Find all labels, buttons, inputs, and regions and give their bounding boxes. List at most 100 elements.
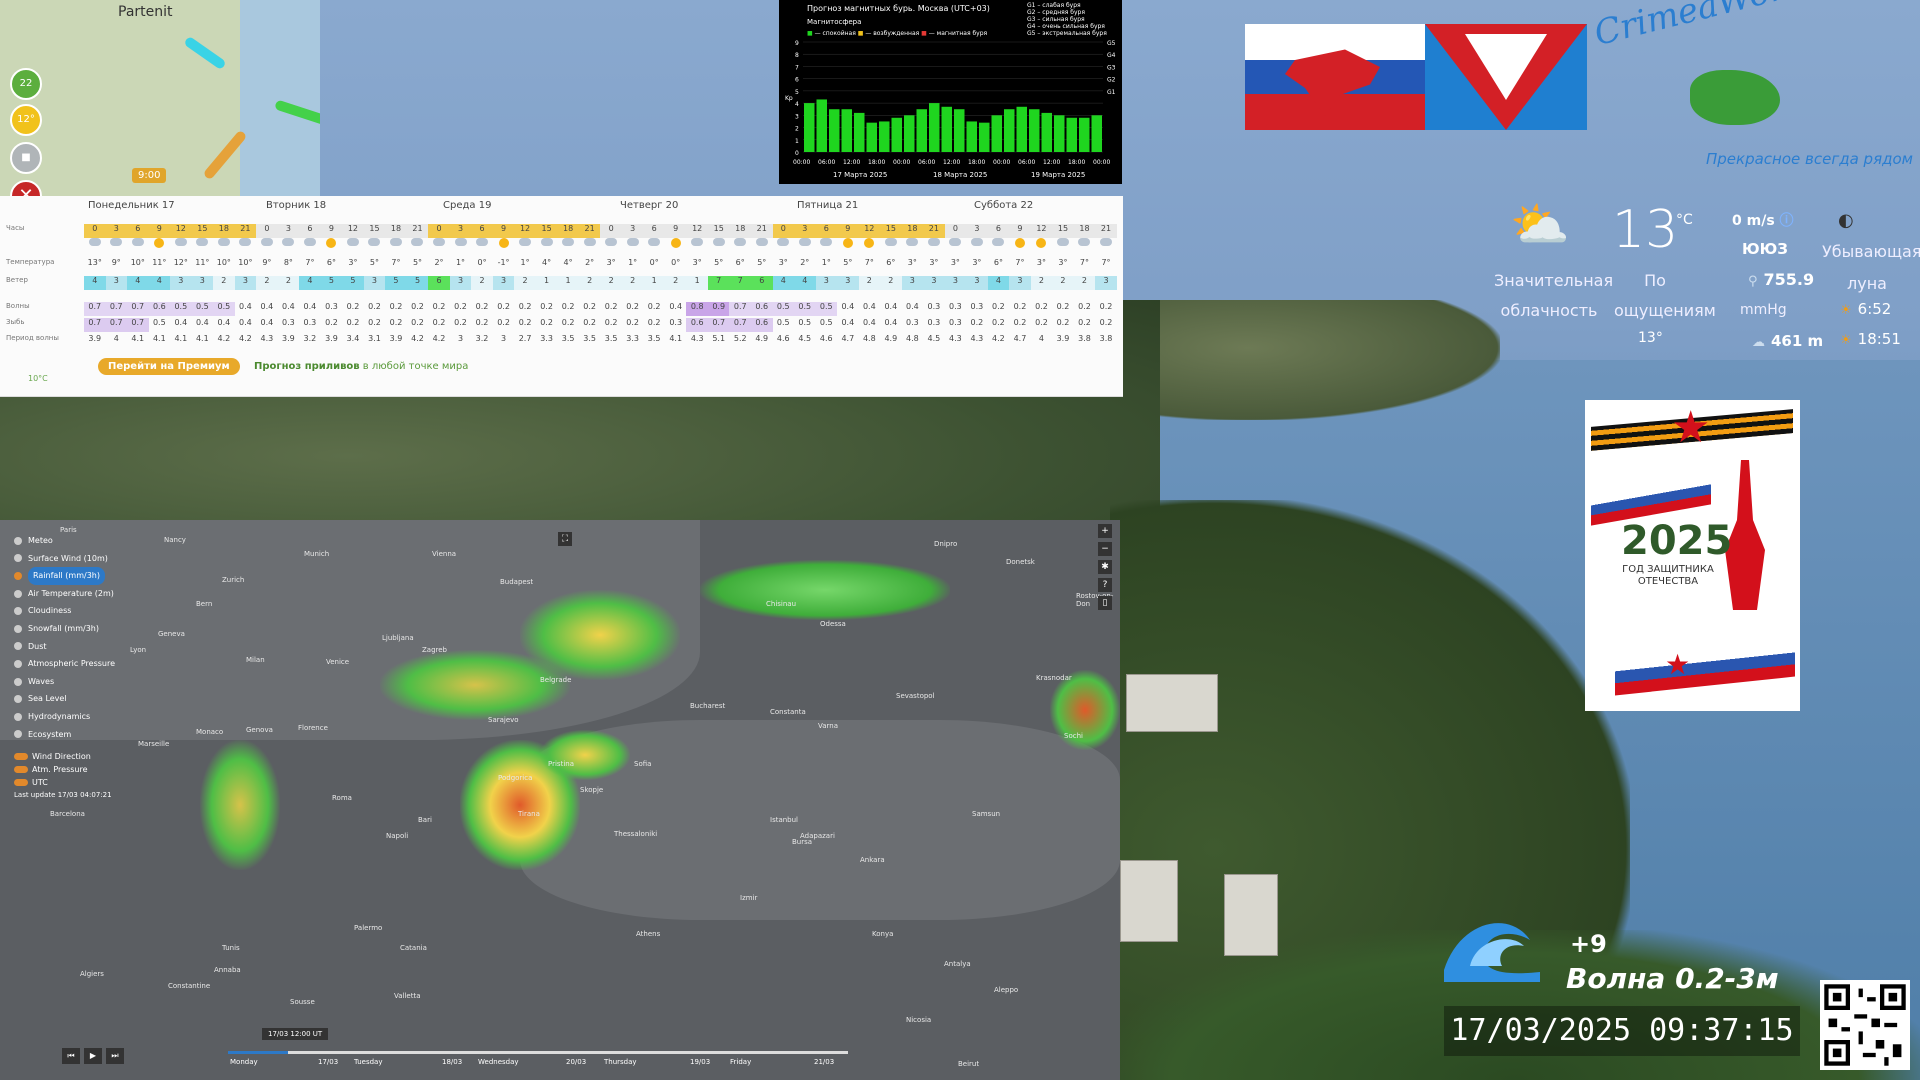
menu-item[interactable]: Atmospheric Pressure (14, 655, 124, 673)
timeline-slider[interactable] (228, 1051, 848, 1054)
menu-item[interactable]: Ecosystem (14, 726, 124, 744)
play-button[interactable]: ▶ (84, 1048, 102, 1064)
ship-tracking-map[interactable]: Partenit 22 12° ■ 9:00 (0, 0, 320, 200)
icon-cell (471, 238, 493, 252)
menu-item[interactable]: Surface Wind (10m) (14, 550, 124, 568)
menu-item[interactable]: Dust (14, 638, 124, 656)
hour-cell: 6 (471, 224, 493, 238)
icon-cell (966, 238, 988, 252)
zoom-in-button[interactable]: + (1098, 524, 1112, 538)
toggle-atm-pressure[interactable]: Atm. Pressure (14, 763, 112, 776)
menu-item[interactable]: Cloudiness (14, 602, 124, 620)
temp-cell: 6° (993, 258, 1003, 267)
hour-cell: 0 (772, 224, 795, 238)
temperature: 13 (1612, 200, 1679, 260)
premium-button[interactable]: Перейти на Премиум (98, 358, 240, 375)
period-cell: 3.9 (88, 334, 102, 343)
qr-code[interactable] (1820, 980, 1910, 1070)
swell-cell: 0.2 (1013, 318, 1027, 327)
toggle-switch[interactable] (14, 779, 28, 786)
menu-item[interactable]: Hydrodynamics (14, 708, 124, 726)
layers-button[interactable]: 22 (10, 68, 42, 100)
hour-cell: 6 (299, 224, 321, 238)
wind-speed-value: 0 m/s (1732, 213, 1775, 229)
menu-item[interactable]: Sea Level (14, 690, 124, 708)
menu-item[interactable]: Air Temperature (2m) (14, 585, 124, 603)
temp-cell: 10° (238, 258, 253, 267)
mobile-icon[interactable]: ▯ (1098, 596, 1112, 610)
hour-cell: 0 (84, 224, 106, 238)
period-cell: 3.5 (561, 334, 575, 343)
fullscreen-icon[interactable]: ⛶ (558, 532, 572, 546)
wave-cell: 0.6 (750, 302, 773, 316)
wave-cell: 0.4 (303, 302, 317, 311)
hour-cell: 18 (557, 224, 579, 238)
camera-button[interactable]: ■ (10, 142, 42, 174)
wind-cell: 3 (1009, 276, 1031, 290)
wave-cell: 0.3 (927, 302, 941, 311)
city-label: Krasnodar (1036, 674, 1072, 682)
menu-item[interactable]: Waves (14, 673, 124, 691)
hour-cell: 3 (105, 224, 128, 238)
toggle-wind-direction[interactable]: Wind Direction (14, 750, 112, 763)
row-label: Ветер (6, 276, 28, 284)
kp-bar (954, 109, 965, 152)
temp-cell: 5° (757, 258, 767, 267)
help-icon[interactable]: ? (1098, 578, 1112, 592)
map-place-name: Partenit (118, 4, 173, 20)
toggle-switch[interactable] (14, 766, 28, 773)
hour-cell: 12 (1030, 224, 1053, 238)
visibility-value: 461 m (1771, 332, 1824, 350)
city-label: Skopje (580, 786, 604, 794)
menu-item[interactable]: Snowfall (mm/3h) (14, 620, 124, 638)
period-cell: 2.7 (518, 334, 532, 343)
wind-cell: 2 (858, 276, 881, 290)
y-tick: 2 (795, 126, 799, 133)
temp-cell: 9° (111, 258, 121, 267)
wind-cell: 2 (277, 276, 300, 290)
kp-bar (966, 121, 977, 152)
wave-cell: 0.2 (1056, 302, 1070, 311)
wave-cell: 0.2 (647, 302, 661, 311)
weather-map[interactable]: Meteo Surface Wind (10m) Rainfall (mm/3h… (0, 520, 1120, 1080)
next-button[interactable]: ⏭ (106, 1048, 124, 1064)
swell-cell: 0.2 (992, 318, 1005, 327)
toggle-label: UTC (32, 778, 48, 787)
kp-bar (1029, 109, 1040, 152)
icon-cell (622, 238, 644, 252)
hour-cell: 15 (363, 224, 386, 238)
hour-cell: 21 (578, 224, 601, 238)
icon-cell (235, 238, 257, 252)
wave-cell: 0.2 (346, 302, 360, 311)
icon-cell (1009, 238, 1031, 252)
weather-button[interactable]: 12° (10, 104, 42, 136)
city-label: Sousse (290, 998, 315, 1006)
tide-forecast-link[interactable]: Прогноз приливов в любой точке мира (254, 361, 468, 372)
g-tick: G1 (1107, 89, 1116, 96)
cloud-icon (196, 238, 209, 246)
swell-cell: 0.5 (819, 318, 833, 327)
toggle-utc[interactable]: UTC (14, 776, 112, 789)
hour-cell: 0 (944, 224, 967, 238)
hour-cell: 6 (643, 224, 665, 238)
sun-icon (670, 238, 681, 248)
hour-cell: 18 (385, 224, 407, 238)
menu-label: Hydrodynamics (28, 711, 91, 721)
period-cell: 4.6 (819, 334, 833, 343)
zoom-out-button[interactable]: − (1098, 542, 1112, 556)
menu-item-active[interactable]: Rainfall (mm/3h) (14, 567, 124, 585)
cloud-icon (884, 238, 897, 246)
pressure-icon: ⚲ (1748, 274, 1758, 289)
temperature-row: Температура 13° 9° 10° 11° 12° 11° 10° 10° 9° 8° 7… (0, 258, 1123, 272)
period-cell: 4.2 (992, 334, 1005, 343)
visibility-icon: ☁ (1752, 335, 1765, 350)
toggle-switch[interactable] (14, 753, 28, 760)
icon-cell (794, 238, 816, 252)
prev-button[interactable]: ⏮ (62, 1048, 80, 1064)
menu-item[interactable]: Meteo (14, 532, 124, 550)
ship-marker[interactable] (183, 35, 227, 71)
city-label: Sofia (634, 760, 652, 768)
period-cell: 3.9 (282, 334, 295, 343)
y-tick: 1 (795, 138, 799, 145)
settings-icon[interactable]: ✱ (1098, 560, 1112, 574)
